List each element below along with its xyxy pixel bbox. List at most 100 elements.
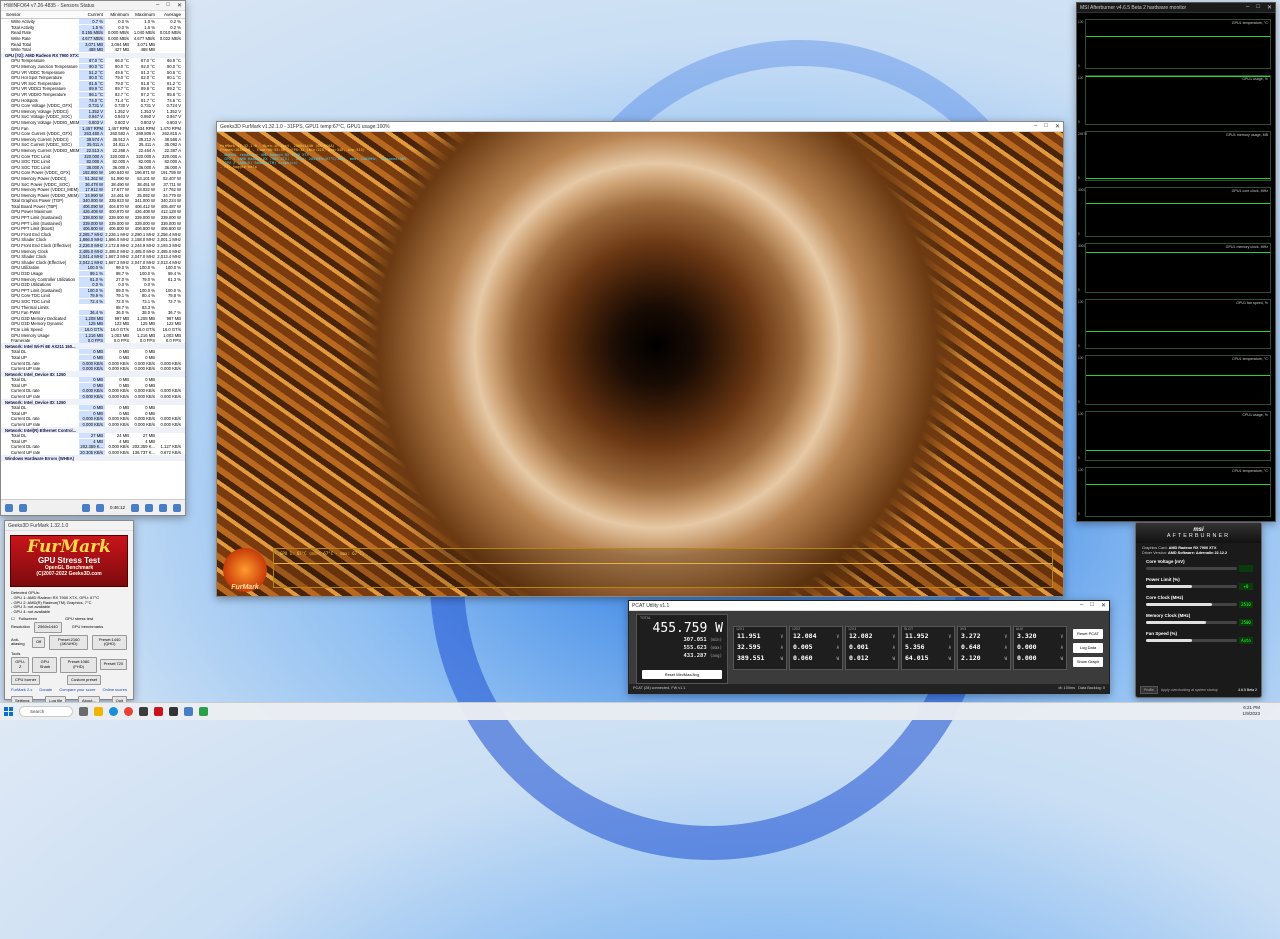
profile-button[interactable]: Profile bbox=[1140, 685, 1158, 694]
afterburner-task-icon[interactable] bbox=[169, 707, 178, 716]
maximize-icon[interactable]: □ bbox=[1256, 4, 1260, 11]
network-icon[interactable] bbox=[95, 503, 104, 512]
sensor-row[interactable]: Total Graphics Power (TGP) 340.000 W 339.9… bbox=[1, 198, 185, 204]
minimize-icon[interactable]: – bbox=[1034, 123, 1037, 130]
close-icon[interactable]: ✕ bbox=[1267, 4, 1272, 11]
nav-forward-icon[interactable] bbox=[19, 503, 27, 512]
col-average[interactable]: Average bbox=[157, 12, 183, 17]
sensor-row[interactable]: GPU D3D Memory Dedicated 1,208 MB 997 MB 1,… bbox=[1, 315, 185, 321]
sensor-row[interactable]: GPU SoC Power (VDDC_SOC) 36.478 W 38.490 W… bbox=[1, 181, 185, 187]
monitor-graph[interactable]: CPU1 temperature, °C 100 0 bbox=[1078, 355, 1271, 405]
hwinfo-window[interactable]: HWiNFO64 v7.26-4835 - Sensors Status – □ ✕ … bbox=[0, 0, 186, 516]
close-icon[interactable] bbox=[173, 503, 181, 512]
sensor-row[interactable]: GPU Temperature 67.0 °C 66.0 °C 67.0 °C 66.9… bbox=[1, 58, 185, 64]
monitor-graph[interactable]: GPU1 core clock, MHz 3000 0 bbox=[1078, 187, 1271, 237]
col-minimum[interactable]: Minimum bbox=[105, 12, 131, 17]
sensor-row[interactable]: Read Rate 0.155 MB/s 0.000 MB/s 1.040 MB/s 0… bbox=[1, 30, 185, 36]
sensor-row[interactable]: GPU Front End Clock 2,285.7 MHz 2,226.1 MH… bbox=[1, 231, 185, 238]
sensor-row[interactable]: GPU PPT Limit (Sustained) 339.000 W 339.00… bbox=[1, 215, 185, 221]
sensor-row[interactable]: GPU Utilization 100.0 % 99.0 % 100.0 % 100.0… bbox=[1, 265, 185, 271]
cpu-burner-button[interactable]: CPU burner bbox=[11, 674, 41, 686]
sensor-row[interactable]: GPU Core Current (VDDC_GFX) 263.460 A 260.… bbox=[1, 131, 185, 137]
nav-back-icon[interactable] bbox=[5, 503, 13, 512]
sensor-row[interactable]: GPU Core TDC Limit 320.000 A 320.000 A 320.… bbox=[1, 153, 185, 159]
sensor-row[interactable]: GPU Shader Clock 2,041.4 MHz 1,667.3 MHz 2,… bbox=[1, 254, 185, 260]
preset-720-button[interactable]: Preset:720 bbox=[99, 659, 127, 671]
preset-2160-button[interactable]: Preset:2160 (4K/UHD) bbox=[49, 634, 89, 651]
chrome-icon[interactable] bbox=[124, 707, 133, 716]
sensor-row[interactable]: GPU Memory Usage 1,216 MB 1,003 MB 1,216 MB… bbox=[1, 332, 185, 338]
sensor-row[interactable]: GPU VR VDDC Temperature 51.2 °C 49.6 °C 51.… bbox=[1, 69, 185, 75]
link-furmark2[interactable]: FurMark 2.x bbox=[11, 688, 32, 693]
sensor-row[interactable]: GPU Hot Spot Temperature 80.0 °C 79.0 °C 82… bbox=[1, 75, 185, 81]
close-icon[interactable]: ✕ bbox=[177, 2, 182, 9]
resolution-select[interactable]: 2560x1440 bbox=[33, 621, 62, 633]
sensor-row[interactable]: GPU PPT Limit (Sustained) 339.000 W 339.00… bbox=[1, 220, 185, 226]
sensor-row[interactable]: GPU Fan PWM 36.4 % 36.0 % 38.0 % 36.7 % bbox=[1, 310, 185, 316]
oc-slider[interactable]: Power Limit (%) +0 bbox=[1146, 577, 1253, 592]
sensor-row[interactable]: GPU D3D Memory Dynamic 125 MB 122 MB 125 MB… bbox=[1, 321, 185, 327]
hwinfo-titlebar[interactable]: HWiNFO64 v7.26-4835 - Sensors Status – □ ✕ bbox=[1, 1, 185, 11]
col-maximum[interactable]: Maximum bbox=[131, 12, 157, 17]
monitor-graph[interactable]: GPU1 memory usage, MB 24576 0 bbox=[1078, 131, 1271, 181]
sensor-row[interactable]: Write Rate 4.677 MB/s 0.000 MB/s 4.677 MB/s… bbox=[1, 36, 185, 42]
sensor-row[interactable]: GPU Shader Clock (Effective) 2,042.1 MHz 1… bbox=[1, 259, 185, 266]
log-data-button[interactable]: Log Data bbox=[1073, 643, 1103, 653]
sensor-row[interactable]: GPU SoC Current (VDDC_SOC) 35.011 A 34.811… bbox=[1, 142, 185, 148]
minimize-icon[interactable]: – bbox=[1080, 602, 1083, 609]
sensor-row[interactable]: Current UP rate 20.305 KB/s 0.000 KB/s 136.… bbox=[1, 450, 185, 456]
start-icon[interactable] bbox=[4, 707, 13, 716]
sensor-row[interactable]: GPU PPT Limit (Boost) 406.800 W 406.800 W4… bbox=[1, 226, 185, 232]
sensor-row[interactable]: GPU Memory Voltage (VDDCI) 1.352 V 1.352 V… bbox=[1, 108, 185, 115]
afterburner-window[interactable]: msi AFTERBURNER Graphics Card: AMD Radeo… bbox=[1135, 522, 1262, 698]
monitor-graph[interactable]: GPU1 temperature, °C 100 0 bbox=[1078, 19, 1271, 69]
sensor-row[interactable]: PCIe Link Speed 16.0 GT/s 16.0 GT/s 16.0 GT… bbox=[1, 326, 185, 333]
reset-min-max-button[interactable]: Reset Min/Max/Avg bbox=[642, 670, 722, 679]
antialias-select[interactable]: Off bbox=[31, 636, 46, 648]
gpu-shark-button[interactable]: GPU Shark bbox=[32, 656, 58, 673]
sensor-row[interactable]: GPU PPT Limit (Sustained) 100.0 % 99.0 % 10… bbox=[1, 287, 185, 294]
monitor-graph[interactable]: CPU1 temperature, °C 100 0 bbox=[1078, 467, 1271, 517]
sensor-row[interactable]: GPU Front End Clock (Effective) 2,226.0 M… bbox=[1, 243, 185, 249]
slider-track[interactable] bbox=[1146, 585, 1237, 588]
minimize-icon[interactable]: – bbox=[1246, 4, 1249, 11]
pcat-titlebar[interactable]: PCAT Utility v1.1 – □ ✕ bbox=[629, 601, 1109, 611]
render-titlebar[interactable]: Geeks3D FurMark v1.32.1.0 - 31FPS, GPU1 … bbox=[217, 122, 1063, 132]
minimize-icon[interactable]: – bbox=[156, 2, 159, 9]
close-icon[interactable]: ✕ bbox=[1101, 602, 1106, 609]
sensor-row[interactable]: Current DL rate 202.359 K... 0.000 KB/s 202… bbox=[1, 444, 185, 450]
furmark-titlebar[interactable]: Geeks3D FurMark 1.32.1.0 bbox=[5, 521, 133, 531]
oc-slider[interactable]: Fan Speed (%) Auto bbox=[1146, 631, 1253, 646]
custom-preset-button[interactable]: Custom preset bbox=[67, 674, 102, 686]
close-icon[interactable]: ✕ bbox=[1055, 123, 1060, 130]
oc-slider[interactable]: Memory Clock (MHz) 2500 bbox=[1146, 613, 1253, 628]
sensor-row[interactable]: GPU SOC TDC Limit 36.000 A 36.000 A 36.000 … bbox=[1, 164, 185, 170]
maximize-icon[interactable]: □ bbox=[1044, 123, 1048, 130]
monitor-graph[interactable]: CPU1 usage, % 100 0 bbox=[1078, 411, 1271, 461]
furmark-launcher[interactable]: Geeks3D FurMark 1.32.1.0 FurMark GPU Str… bbox=[4, 520, 134, 707]
sensor-row[interactable]: Framerate 0.0 FPS 0.0 FPS 0.0 FPS 0.0 FPS bbox=[1, 338, 185, 344]
preset-1080-button[interactable]: Preset:1080 (FHD) bbox=[60, 656, 97, 673]
slider-track[interactable] bbox=[1146, 621, 1237, 624]
sensor-row[interactable]: Current UP rate 0.000 KB/s 0.000 KB/s 0.000… bbox=[1, 366, 185, 372]
link-online-scores[interactable]: Online scores bbox=[103, 688, 127, 693]
sensor-row[interactable]: Total Board Power (TBP) 406.090 W 404.870 … bbox=[1, 203, 185, 210]
col-sensor[interactable]: Sensor bbox=[1, 12, 79, 17]
sensor-row[interactable]: Current UP rate 0.000 KB/s 0.000 KB/s 0.000… bbox=[1, 394, 185, 400]
task-view-icon[interactable] bbox=[79, 707, 88, 716]
system-clock[interactable]: 6:21 PM 1/9/2023 bbox=[1242, 705, 1260, 717]
settings-icon[interactable] bbox=[159, 503, 167, 512]
search-box[interactable]: Search bbox=[19, 706, 73, 717]
sensor-row[interactable]: Current DL rate 0.000 KB/s 0.000 KB/s 0.000… bbox=[1, 388, 185, 394]
sensor-row[interactable]: GPU Memory Controller Utilization 61.0 % 2… bbox=[1, 276, 185, 282]
sensor-row[interactable]: GPU Memory Current (VDDCI) 38.574 A 36.912… bbox=[1, 136, 185, 142]
slider-track[interactable] bbox=[1146, 639, 1237, 642]
link-compare[interactable]: Compare your score bbox=[59, 688, 95, 693]
sensor-row[interactable]: GPU Hotspots 74.0 °C 71.4 °C 81.7 °C 74.6 °C bbox=[1, 97, 185, 103]
reset-pcat-button[interactable]: Reset PCAT bbox=[1073, 629, 1103, 639]
sensor-row[interactable]: GPU Core Voltage (VDDC_GFX) 0.731 V 0.730 … bbox=[1, 103, 185, 109]
maximize-icon[interactable]: □ bbox=[166, 2, 170, 9]
pcat-window[interactable]: PCAT Utility v1.1 – □ ✕ TOTAL 455.759 W 307… bbox=[628, 600, 1110, 694]
pcat-task-icon[interactable] bbox=[199, 707, 208, 716]
sensor-row[interactable]: Write Activity 0.7 % 0.0 % 1.0 % 0.2 % bbox=[1, 19, 185, 25]
